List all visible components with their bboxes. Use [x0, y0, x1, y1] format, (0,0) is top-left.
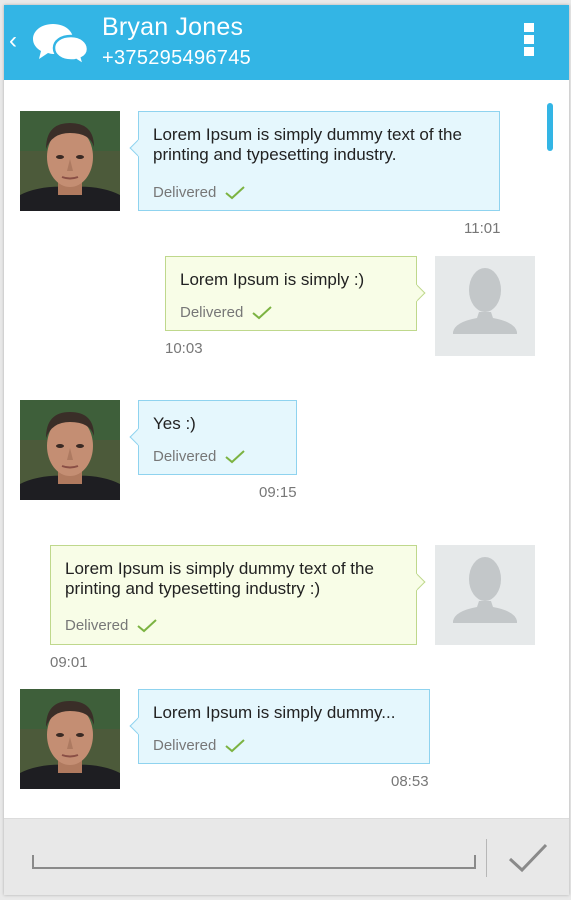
bubble-tail	[408, 573, 426, 591]
bubble-tail	[129, 139, 147, 157]
contact-avatar	[20, 111, 120, 211]
message-status: Delivered	[180, 304, 244, 321]
check-icon	[225, 186, 245, 200]
user-avatar-placeholder	[435, 545, 535, 645]
message-bubble[interactable]: Yes :) Delivered	[129, 400, 297, 475]
person-silhouette-icon	[435, 545, 535, 645]
scrollbar-thumb[interactable]	[547, 103, 553, 151]
check-icon	[137, 619, 157, 633]
user-avatar-placeholder	[435, 256, 535, 356]
send-button[interactable]	[498, 835, 558, 881]
contact-name: Bryan Jones	[102, 13, 244, 41]
message-bubble[interactable]: Lorem Ipsum is simply dummy text of the …	[50, 545, 426, 645]
message-text: Lorem Ipsum is simply dummy text of the …	[153, 125, 462, 164]
person-silhouette-icon	[435, 256, 535, 356]
compose-bar	[4, 818, 569, 895]
bubble-tail	[129, 428, 147, 446]
back-button[interactable]: ‹	[4, 5, 94, 80]
compose-divider	[486, 839, 487, 877]
contact-phone: +375295496745	[102, 47, 252, 69]
message-time: 11:01	[464, 220, 501, 237]
message-bubble[interactable]: Lorem Ipsum is simply :) Delivered	[165, 256, 426, 331]
message-text: Lorem Ipsum is simply dummy text of the …	[65, 559, 374, 598]
message-status: Delivered	[65, 617, 129, 634]
chevron-left-icon: ‹	[9, 27, 17, 54]
bubble-tail	[129, 717, 147, 735]
message-time: 09:15	[259, 484, 297, 501]
message-time: 09:01	[50, 654, 88, 671]
app-header: ‹ Bryan Jones +375295496745	[4, 5, 569, 80]
message-list[interactable]: Lorem Ipsum is simply dummy text of the …	[4, 80, 569, 818]
message-input[interactable]	[32, 855, 476, 869]
checkmark-icon	[508, 843, 548, 873]
check-icon	[225, 450, 245, 464]
message-bubble[interactable]: Lorem Ipsum is simply dummy text of the …	[129, 111, 500, 211]
message-bubble[interactable]: Lorem Ipsum is simply dummy... Delivered	[129, 689, 430, 764]
message-status: Delivered	[153, 737, 217, 754]
message-text: Lorem Ipsum is simply dummy...	[153, 703, 396, 722]
contact-avatar	[20, 400, 120, 500]
check-icon	[252, 306, 272, 320]
message-text: Yes :)	[153, 414, 196, 433]
bubble-tail	[408, 284, 426, 302]
message-status: Delivered	[153, 448, 217, 465]
check-icon	[225, 739, 245, 753]
chat-bubbles-icon	[33, 24, 89, 66]
message-time: 10:03	[165, 340, 203, 357]
contact-avatar	[20, 689, 120, 789]
chat-screen: ‹ Bryan Jones +375295496745 Lorem Ipsum …	[4, 5, 569, 895]
overflow-menu-icon[interactable]	[520, 23, 538, 63]
message-time: 08:53	[391, 773, 429, 790]
message-text: Lorem Ipsum is simply :)	[180, 270, 365, 289]
message-status: Delivered	[153, 184, 217, 201]
